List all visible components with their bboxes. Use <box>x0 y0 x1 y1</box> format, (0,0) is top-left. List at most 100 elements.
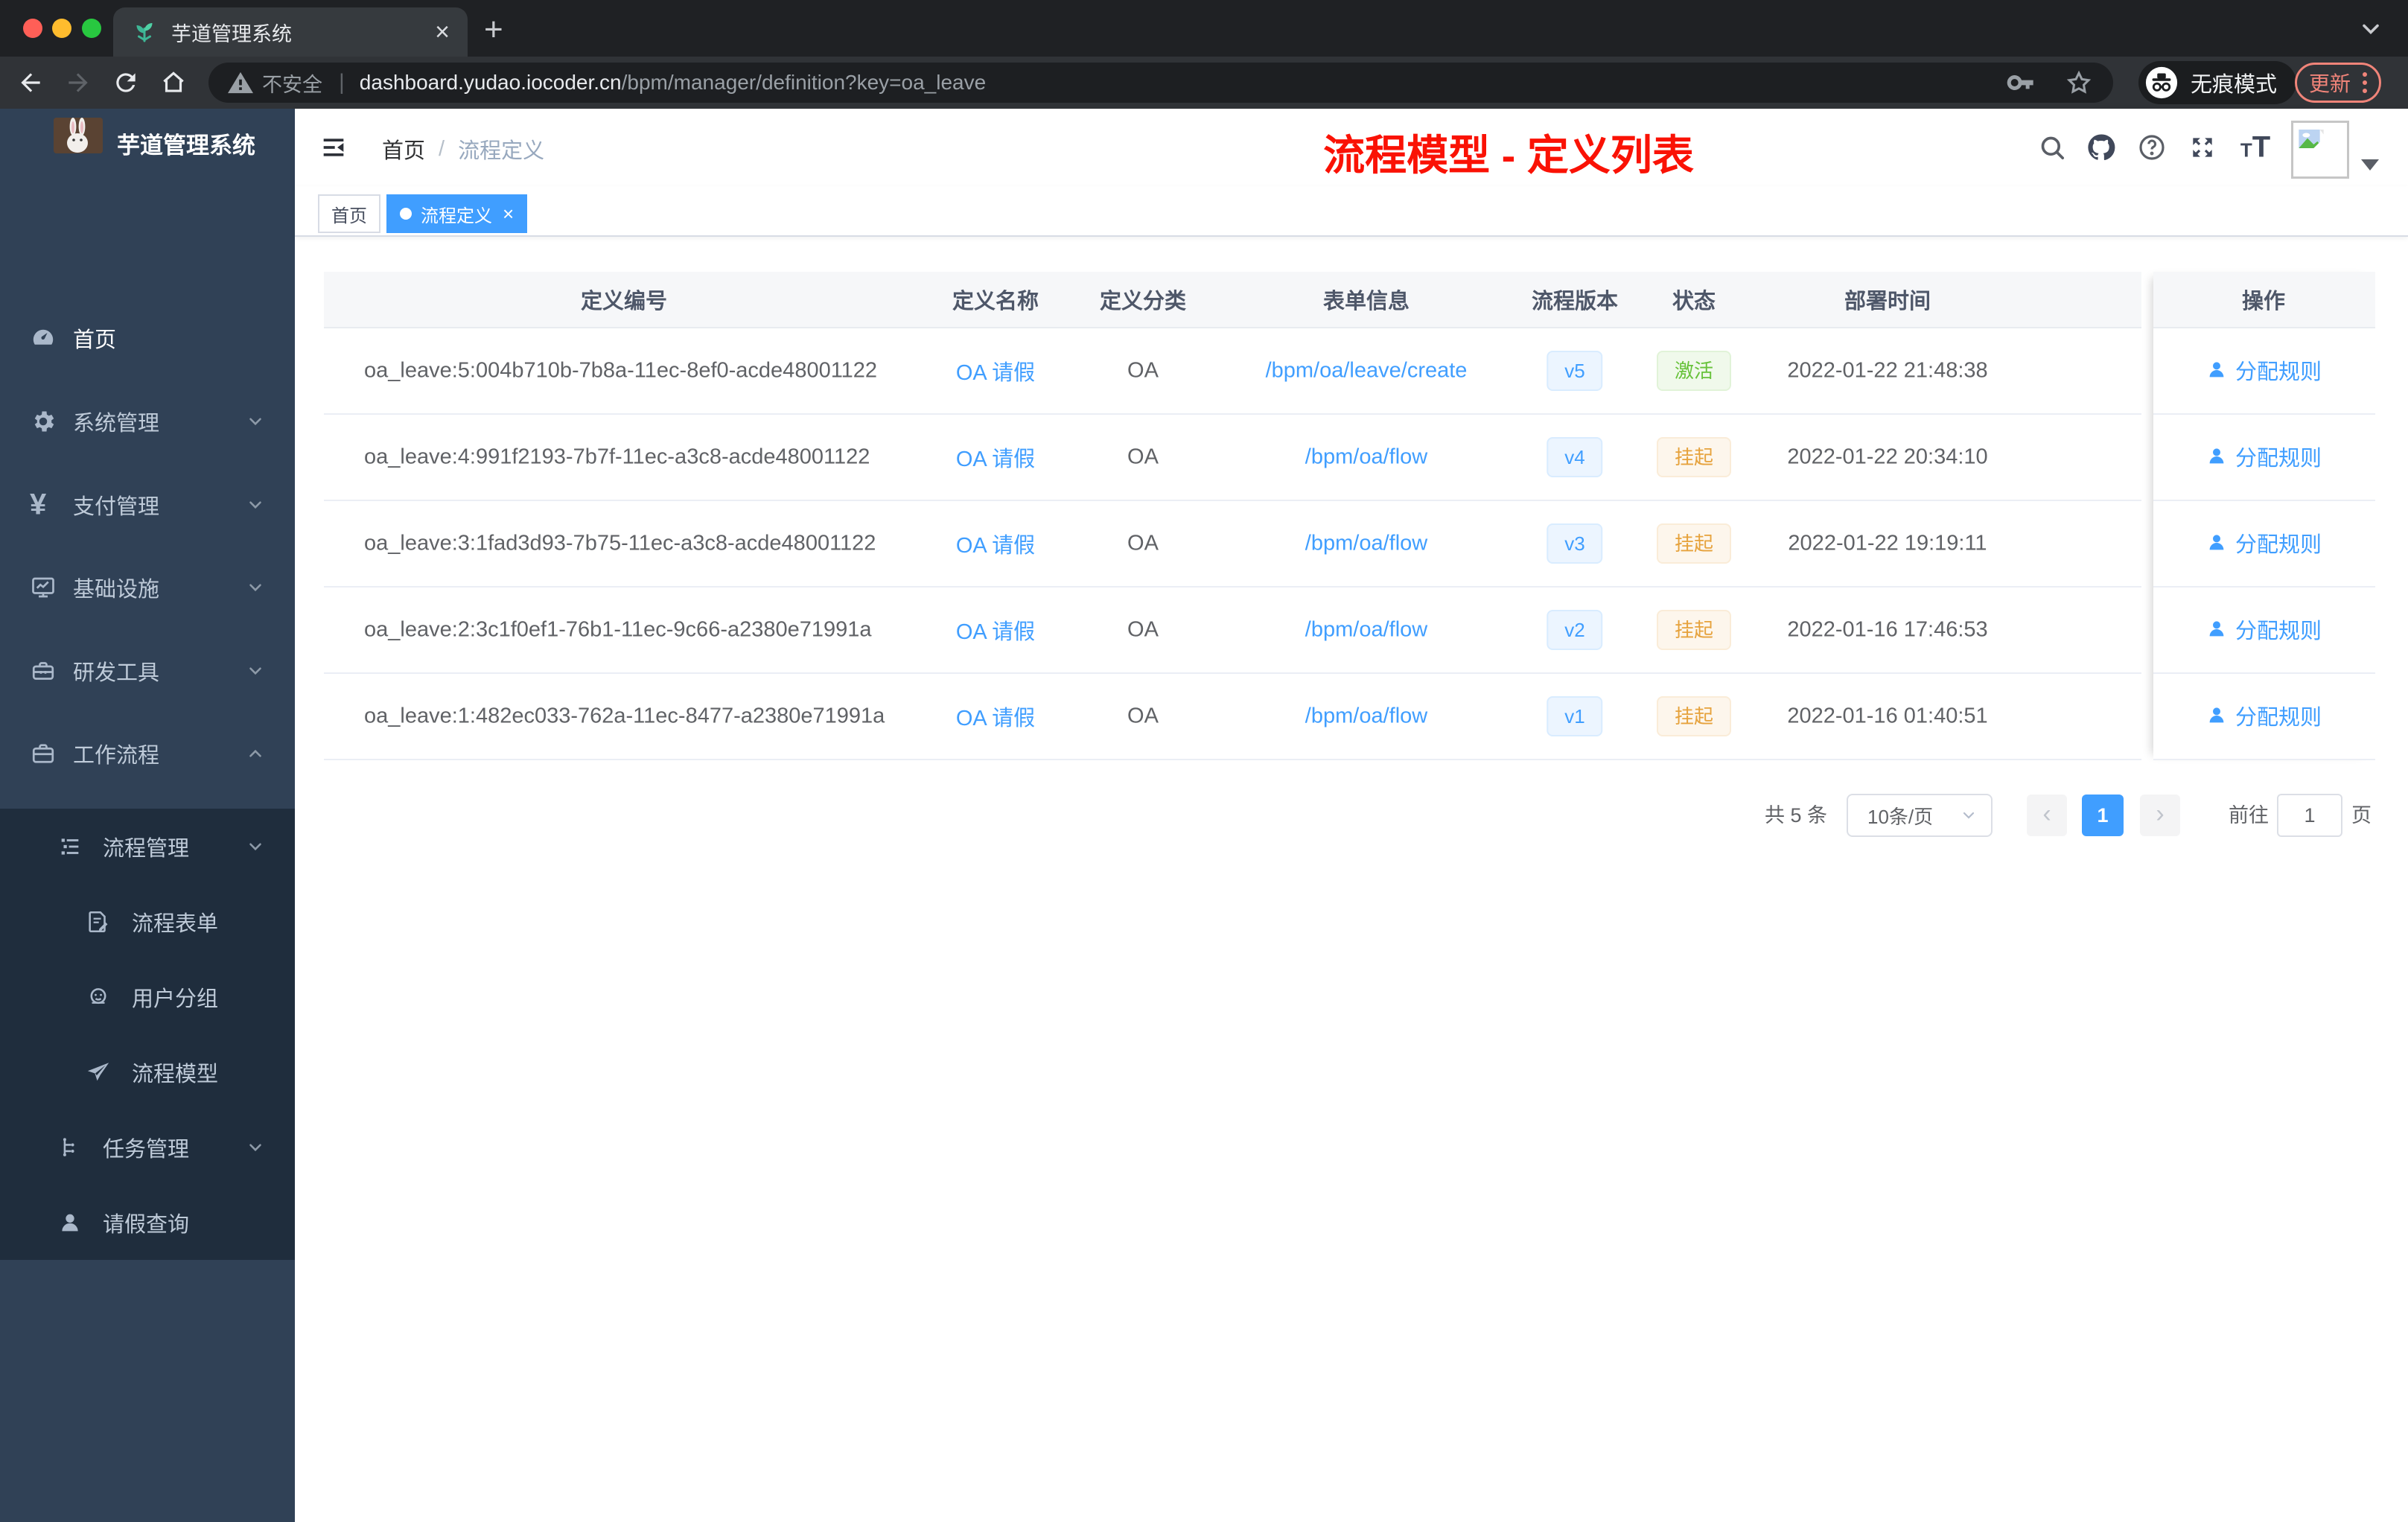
table-row: oa_leave:1:482ec033-762a-11ec-8477-a2380… <box>324 674 2141 760</box>
avatar-dropdown-caret-icon[interactable] <box>2361 159 2379 171</box>
breadcrumb-current: 流程定义 <box>458 139 545 163</box>
reload-icon[interactable] <box>112 69 140 97</box>
browser-menu-dots-icon[interactable] <box>2362 72 2367 93</box>
assign-rule-link[interactable]: 分配规则 <box>2205 700 2322 733</box>
sidebar-item-label: 流程模型 <box>132 1062 219 1086</box>
sidebar-item-label: 支付管理 <box>73 495 160 519</box>
tag-home[interactable]: 首页 <box>318 194 380 233</box>
traffic-light-close[interactable] <box>23 19 42 38</box>
active-dot-icon <box>400 208 412 220</box>
font-size-icon[interactable]: TT <box>2240 131 2270 165</box>
assign-rule-link[interactable]: 分配规则 <box>2205 614 2322 646</box>
password-key-icon[interactable] <box>2006 68 2036 98</box>
app-header: 首页 / 流程定义 流程模型 - 定义列表 TT <box>295 109 2408 186</box>
definition-name-link[interactable]: OA 请假 <box>956 442 1035 473</box>
sidebar-item-label: 流程表单 <box>132 911 219 936</box>
deploy-time: 2022-01-22 20:34:10 <box>1787 445 1988 469</box>
table-row: oa_leave:2:3c1f0ef1-76b1-11ec-9c66-a2380… <box>324 588 2141 674</box>
definition-category: OA <box>1127 617 1159 642</box>
form-link[interactable]: /bpm/oa/leave/create <box>1266 359 1468 383</box>
goto-page-input[interactable] <box>2277 794 2342 837</box>
page-number-1[interactable]: 1 <box>2082 795 2124 836</box>
version-tag: v5 <box>1547 351 1603 391</box>
form-link[interactable]: /bpm/oa/flow <box>1305 704 1427 729</box>
definition-name-link[interactable]: OA 请假 <box>956 614 1035 646</box>
sidebar-item-process-form[interactable]: 流程表单 <box>0 884 295 959</box>
prev-page-button[interactable]: ‹ <box>2027 795 2067 836</box>
form-icon <box>86 909 111 934</box>
tree-icon <box>57 1135 83 1160</box>
sidebar-item-dev-tools[interactable]: 研发工具 <box>0 629 295 713</box>
sidebar-item-workflow[interactable]: 工作流程 <box>0 712 295 795</box>
browser-tab-strip: 芋道管理系统 × + <box>0 0 2408 57</box>
sidebar-item-infrastructure[interactable]: 基础设施 <box>0 546 295 629</box>
definition-name-link[interactable]: OA 请假 <box>956 701 1035 732</box>
definition-name-link[interactable]: OA 请假 <box>956 355 1035 386</box>
version-tag: v1 <box>1547 696 1603 736</box>
definition-id: oa_leave:2:3c1f0ef1-76b1-11ec-9c66-a2380… <box>364 617 872 642</box>
back-icon[interactable] <box>16 69 45 97</box>
breadcrumb-home[interactable]: 首页 <box>382 133 425 165</box>
deploy-time: 2022-01-16 17:46:53 <box>1787 617 1988 642</box>
sidebar-item-process-management[interactable]: 流程管理 <box>0 809 295 884</box>
col-header-deploy-time: 部署时间 <box>1844 290 1931 313</box>
url-path: /bpm/manager/definition?key=oa_leave <box>621 71 987 94</box>
form-link[interactable]: /bpm/oa/flow <box>1305 532 1427 556</box>
table-row: oa_leave:4:991f2193-7b7f-11ec-a3c8-acde4… <box>324 415 2141 501</box>
avatar[interactable] <box>2291 121 2349 179</box>
page-size-select[interactable]: 10条/页 <box>1847 794 1993 837</box>
github-icon[interactable] <box>2086 132 2117 163</box>
gear-icon <box>30 408 57 435</box>
browser-tab[interactable]: 芋道管理系统 × <box>113 7 468 57</box>
sidebar-item-user-group[interactable]: 用户分组 <box>0 959 295 1034</box>
status-badge: 挂起 <box>1656 437 1732 477</box>
traffic-light-maximize[interactable] <box>82 19 101 38</box>
tab-close-icon[interactable]: × <box>435 19 450 45</box>
chevron-up-icon <box>246 837 265 856</box>
sidebar-item-payment[interactable]: ¥ 支付管理 <box>0 463 295 547</box>
sidebar-collapse-icon[interactable] <box>319 133 348 162</box>
tag-process-definition[interactable]: 流程定义 × <box>386 194 528 233</box>
definition-name-link[interactable]: OA 请假 <box>956 528 1035 559</box>
assign-rule-link[interactable]: 分配规则 <box>2205 441 2322 474</box>
fullscreen-icon[interactable] <box>2188 133 2217 162</box>
user-icon <box>2209 362 2224 378</box>
assign-rule-link[interactable]: 分配规则 <box>2205 354 2322 387</box>
red-annotation-title: 流程模型 - 定义列表 <box>1323 132 1694 179</box>
help-icon[interactable] <box>2137 133 2167 162</box>
form-link[interactable]: /bpm/oa/flow <box>1305 618 1427 643</box>
table-header: 操作 <box>2153 272 2375 328</box>
tag-close-icon[interactable]: × <box>503 203 514 226</box>
assign-rule-link[interactable]: 分配规则 <box>2205 527 2322 560</box>
search-icon[interactable] <box>2037 133 2067 162</box>
address-bar[interactable]: 不安全 | dashboard.yudao.iocoder.cn/bpm/man… <box>208 63 2113 103</box>
breadcrumb: 首页 / 流程定义 <box>382 133 544 165</box>
new-tab-button[interactable]: + <box>484 13 503 46</box>
sidebar-item-home[interactable]: 首页 <box>0 296 295 380</box>
definition-category: OA <box>1127 358 1159 383</box>
yen-icon: ¥ <box>30 488 47 521</box>
form-link[interactable]: /bpm/oa/flow <box>1305 445 1427 470</box>
sidebar-item-task-management[interactable]: 任务管理 <box>0 1109 295 1185</box>
sidebar-logo-area[interactable]: 芋道管理系统 <box>0 109 295 179</box>
chevron-down-icon <box>246 412 265 431</box>
status-badge: 挂起 <box>1656 610 1732 650</box>
sidebar-item-leave-query[interactable]: 请假查询 <box>0 1185 295 1260</box>
deploy-time: 2022-01-22 21:48:38 <box>1787 358 1988 383</box>
version-tag: v2 <box>1547 610 1603 650</box>
chevron-down-icon <box>246 578 265 597</box>
chrome-update-button[interactable]: 更新 <box>2295 63 2381 103</box>
status-badge: 挂起 <box>1656 523 1732 564</box>
tab-search-chevron-icon[interactable] <box>2357 18 2384 40</box>
sidebar-item-system[interactable]: 系统管理 <box>0 380 295 463</box>
home-icon[interactable] <box>159 69 188 97</box>
traffic-light-minimize[interactable] <box>52 19 71 38</box>
next-page-button[interactable]: › <box>2140 795 2180 836</box>
forward-icon[interactable] <box>64 69 92 97</box>
table-row-action: 分配规则 <box>2153 674 2375 760</box>
table-fixed-action-column: 操作 分配规则 分配规则 分配规则 分配规则 分配规则 <box>2153 272 2375 760</box>
sidebar-item-process-model[interactable]: 流程模型 <box>0 1034 295 1109</box>
bookmark-star-icon[interactable] <box>2064 68 2094 98</box>
table-row-action: 分配规则 <box>2153 415 2375 501</box>
page-size-value: 10条/页 <box>1867 805 1934 828</box>
